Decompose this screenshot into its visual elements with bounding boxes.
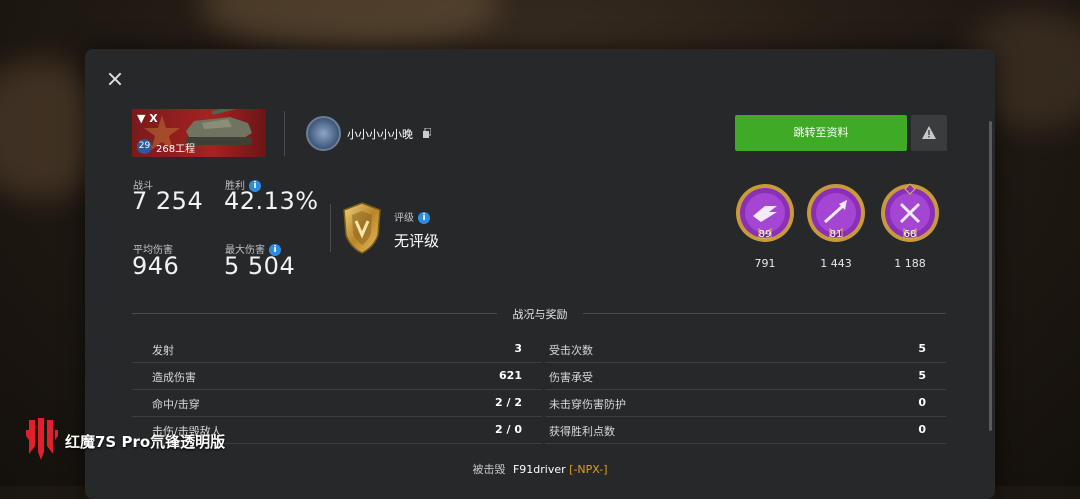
go-to-profile-button[interactable]: 跳转至资料 [735, 115, 907, 151]
divider [330, 204, 331, 252]
rating-label-row: 评级 i [394, 209, 430, 224]
stat-row-label: 受击次数 [549, 344, 593, 357]
stat-row-label: 伤害承受 [549, 371, 593, 384]
info-icon[interactable]: i [418, 212, 430, 224]
medal-level: 68 [904, 229, 917, 240]
scrollbar[interactable] [989, 121, 992, 431]
stat-row-label: 造成伤害 [152, 371, 196, 384]
stat-row: 发射 3 [132, 336, 542, 363]
stat-row: 未击穿伤害防护 0 [529, 390, 946, 417]
stat-row-value: 0 [918, 396, 926, 409]
killer-name[interactable]: F91driver [513, 463, 566, 476]
stat-row: 受击次数 5 [529, 336, 946, 363]
stat-row-value: 3 [514, 342, 522, 355]
killer-clan[interactable]: [-NPX-] [569, 463, 607, 476]
red-magic-logo-icon [26, 418, 58, 460]
winrate-value: 42.13% [224, 187, 319, 215]
stat-row-value: 2 / 2 [495, 396, 522, 409]
medal-count: 791 [754, 257, 776, 270]
stat-row-value: 0 [918, 423, 926, 436]
tank-level-badge: 29 [137, 139, 152, 154]
stat-row-label: 发射 [152, 344, 174, 357]
arrow-hit-medal-icon[interactable]: 81 [805, 182, 867, 246]
stat-row: 获得胜利点数 0 [529, 417, 946, 444]
destroyed-by-label: 被击毁 [472, 463, 506, 476]
rating-label: 评级 [394, 213, 414, 224]
stat-row-label: 获得胜利点数 [549, 425, 615, 438]
medal-level: 89 [759, 229, 772, 240]
stat-row-value: 5 [918, 342, 926, 355]
battles-value: 7 254 [132, 187, 204, 215]
rating-shield-icon [343, 202, 381, 254]
medal-count: 1 443 [820, 257, 852, 270]
crossed-tools-medal-icon[interactable]: 68 [879, 182, 941, 246]
stat-row-value: 621 [499, 369, 522, 382]
avg-damage-value: 946 [132, 252, 180, 280]
tank-card: ▼ X 29 268工程 [132, 109, 266, 157]
rating-value: 无评级 [394, 232, 440, 250]
destroyed-by: 被击毁 F91driver [-NPX-] [85, 461, 995, 477]
max-damage-value: 5 504 [224, 252, 296, 280]
background-blur [200, 0, 500, 50]
tank-tier: ▼ X [137, 112, 158, 125]
copy-icon[interactable] [423, 128, 431, 138]
stat-row-value: 5 [918, 369, 926, 382]
divider [284, 111, 285, 156]
stat-row-value: 2 / 0 [495, 423, 522, 436]
watermark-text: 红魔7S Pro氘锋透明版 [65, 433, 226, 451]
tank-tier-label: X [149, 112, 158, 125]
ricochet-medal-icon[interactable]: 89 [734, 182, 796, 246]
stat-row-label: 命中/击穿 [152, 398, 200, 411]
report-button[interactable] [911, 115, 947, 151]
stat-row: 命中/击穿 2 / 2 [132, 390, 542, 417]
row-divider [545, 443, 946, 444]
section-title: 战况与奖励 [512, 308, 568, 321]
close-icon[interactable] [105, 69, 125, 89]
player-avatar [306, 116, 341, 151]
tank-name: 268工程 [156, 144, 196, 155]
stat-row: 造成伤害 621 [132, 363, 542, 390]
medal-level: 81 [830, 229, 843, 240]
medal-count: 1 188 [894, 257, 926, 270]
stat-row-label: 未击穿伤害防护 [549, 398, 626, 411]
player-name[interactable]: 小小小小小晚 [347, 126, 413, 142]
section-divider [583, 313, 946, 314]
warning-icon [922, 126, 936, 139]
stat-row: 伤害承受 5 [529, 363, 946, 390]
